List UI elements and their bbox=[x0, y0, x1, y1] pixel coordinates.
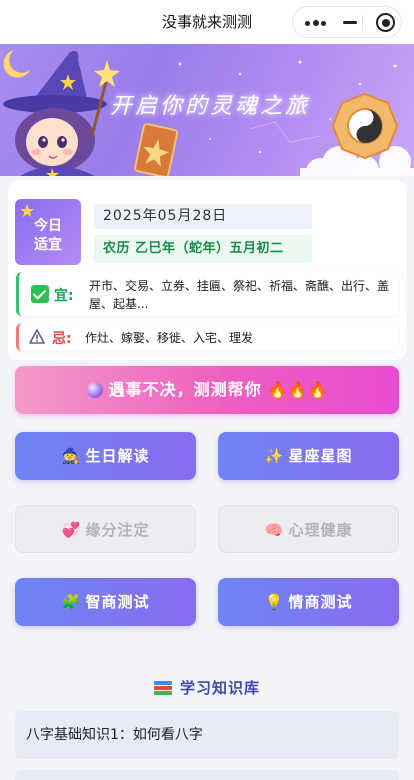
mental-health-button[interactable]: 🧠 心理健康 bbox=[218, 505, 399, 553]
minimize-icon[interactable] bbox=[343, 21, 357, 24]
knowledge-title-text: 学习知识库 bbox=[179, 679, 260, 697]
button-label: 星座星图 bbox=[288, 447, 353, 465]
solar-date: 2025年05月28日 bbox=[94, 204, 312, 229]
sparkles-icon: ✨ bbox=[264, 447, 285, 465]
button-label: 生日解读 bbox=[85, 447, 150, 465]
lunar-date: 农历 乙巳年（蛇年）五月初二 bbox=[94, 235, 312, 263]
button-label: 缘分注定 bbox=[85, 521, 150, 539]
today-badge: ★ 今日 适宜 bbox=[15, 199, 81, 265]
hero-banner: 开启你的灵魂之旅 bbox=[0, 44, 414, 176]
mini-program-capsule bbox=[292, 6, 402, 38]
nav-bar: 没事就来测测 bbox=[0, 0, 414, 44]
more-icon[interactable] bbox=[305, 20, 327, 26]
knowledge-section-title: 学习知识库 bbox=[0, 677, 414, 698]
puzzle-icon: 🧩 bbox=[61, 593, 82, 611]
ji-label: 忌: bbox=[52, 331, 72, 347]
eq-test-button[interactable]: 💡 情商测试 bbox=[218, 578, 399, 626]
banner-title: 开启你的灵魂之旅 bbox=[110, 94, 311, 119]
brain-icon: 🧠 bbox=[264, 521, 285, 539]
fortune-test-button[interactable]: 遇事不决，测测帮你 🔥🔥🔥 bbox=[15, 366, 399, 414]
yi-row: 宜: 开市、交易、立券、挂匾、祭祀、祈福、斋醮、出行、盖屋、起基... bbox=[16, 272, 399, 316]
ji-text: 作灶、嫁娶、移徙、入宅、理发 bbox=[85, 331, 254, 345]
iq-test-button[interactable]: 🧩 智商测试 bbox=[15, 578, 196, 626]
check-icon bbox=[31, 285, 49, 303]
books-icon bbox=[153, 681, 172, 695]
close-icon[interactable] bbox=[376, 13, 395, 32]
warning-icon bbox=[29, 329, 45, 344]
lightbulb-icon: 💡 bbox=[264, 593, 285, 611]
capsule-divider bbox=[362, 15, 363, 31]
birthday-reading-button[interactable]: 🧙 生日解读 bbox=[15, 432, 196, 480]
yi-text: 开市、交易、立券、挂匾、祭祀、祈福、斋醮、出行、盖屋、起基... bbox=[89, 279, 390, 311]
badge-line2: 适宜 bbox=[34, 237, 62, 253]
cta-label: 遇事不决，测测帮你 bbox=[108, 380, 262, 399]
knowledge-item-partial[interactable] bbox=[15, 770, 399, 780]
fire-icon: 🔥🔥🔥 bbox=[267, 380, 328, 399]
knowledge-item[interactable]: 八字基础知识1：如何看八字 bbox=[15, 711, 399, 759]
button-label: 情商测试 bbox=[288, 593, 353, 611]
wizard-icon: 🧙 bbox=[61, 447, 82, 465]
fate-match-button[interactable]: 💞 缘分注定 bbox=[15, 505, 196, 553]
button-label: 心理健康 bbox=[288, 521, 353, 539]
ji-row: 忌: 作灶、嫁娶、移徙、入宅、理发 bbox=[16, 323, 399, 351]
button-label: 智商测试 bbox=[85, 593, 150, 611]
heart-icon: 💞 bbox=[61, 521, 82, 539]
badge-line1: 今日 bbox=[34, 218, 62, 234]
zodiac-chart-button[interactable]: ✨ 星座星图 bbox=[218, 432, 399, 480]
yi-label: 宜: bbox=[54, 288, 74, 304]
crystal-ball-icon bbox=[86, 382, 103, 398]
